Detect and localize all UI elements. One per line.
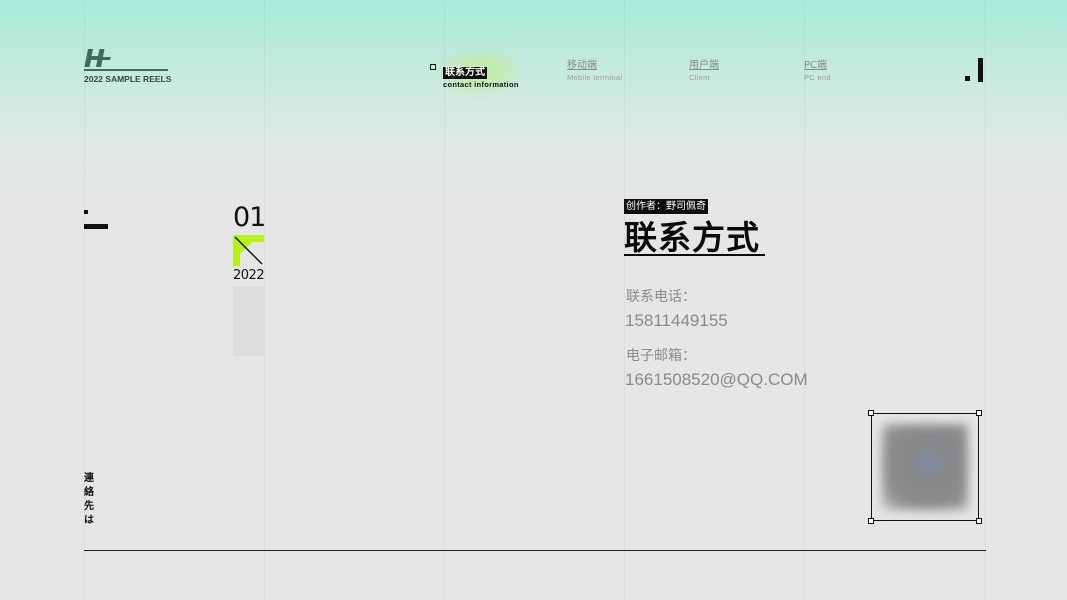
phone-label: 联系电话： <box>626 289 696 305</box>
phone-value[interactable]: 15811449155 <box>625 311 728 331</box>
nav-label: PC端 <box>804 60 828 71</box>
corner-dot-mark <box>965 76 970 81</box>
resize-handle-bottom-left[interactable] <box>868 518 874 524</box>
brand-logo[interactable]: 2022 SAMPLE REELS <box>84 48 174 88</box>
grid-line <box>804 0 805 600</box>
nav-sublabel: Client <box>689 73 710 82</box>
corner-bar-mark <box>978 58 983 82</box>
corner-flag-icon <box>233 235 264 266</box>
side-vertical-text: 連絡先は <box>84 473 94 526</box>
section-year: 2022 <box>233 268 265 283</box>
brand-logo-h-icon <box>84 49 111 67</box>
email-value[interactable]: 1661508520@QQ.COM <box>625 370 808 390</box>
section-index: 01 <box>233 202 266 233</box>
resize-handle-top-right[interactable] <box>976 410 982 416</box>
nav-item-pc[interactable]: PC端 PC end <box>804 60 831 83</box>
title-underline <box>624 254 765 256</box>
active-indicator-icon <box>430 64 436 70</box>
nav-item-mobile[interactable]: 移动端 Mobile terminal <box>567 60 622 83</box>
nav-label: 用户端 <box>689 60 719 71</box>
nav-item-client[interactable]: 用户端 Client <box>689 60 719 83</box>
nav-label: 移动端 <box>567 60 597 71</box>
nav-sublabel: contact information <box>443 80 519 89</box>
nav-sublabel: PC end <box>804 73 831 82</box>
brand-caption: 2022 SAMPLE REELS <box>84 74 172 84</box>
grid-line <box>985 0 986 600</box>
page-title: 联系方式 <box>624 218 760 257</box>
grid-line <box>264 0 265 600</box>
deco-bar <box>84 224 108 229</box>
nav-sublabel: Mobile terminal <box>567 73 623 82</box>
bottom-divider <box>84 550 986 551</box>
nav-item-contact[interactable]: 联系方式 contact information <box>443 60 519 90</box>
resize-handle-top-left[interactable] <box>868 410 874 416</box>
grid-line <box>624 0 625 600</box>
qr-code-icon <box>882 424 968 510</box>
section-panel <box>233 286 264 356</box>
deco-square <box>84 210 88 214</box>
email-label: 电子邮箱： <box>626 348 696 364</box>
nav-label: 联系方式 <box>443 67 487 79</box>
resize-handle-bottom-right[interactable] <box>976 518 982 524</box>
logo-underline <box>84 69 168 71</box>
creator-tag: 创作者：野司佩奇 <box>624 199 708 214</box>
qr-code-frame[interactable] <box>871 413 979 521</box>
